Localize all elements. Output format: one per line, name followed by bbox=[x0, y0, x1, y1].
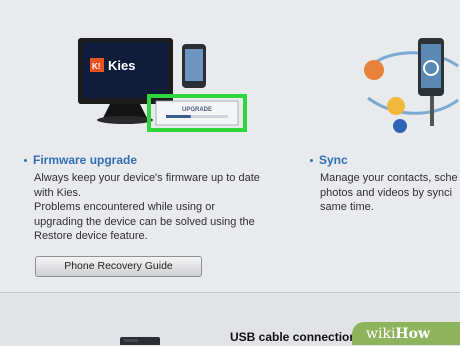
sync-cable bbox=[430, 96, 434, 126]
firmware-upgrade-illustration: K! Kies UPGRADE bbox=[78, 38, 247, 132]
watermark-wiki: wiki bbox=[366, 326, 396, 342]
sync-title-text: Sync bbox=[319, 153, 348, 167]
firmware-upgrade-title-text: Firmware upgrade bbox=[33, 153, 138, 167]
bullet-icon bbox=[24, 158, 27, 162]
contacts-icon bbox=[364, 60, 384, 80]
firmware-upgrade-description: Always keep your device's firmware up to… bbox=[34, 172, 260, 242]
watermark-how: How bbox=[395, 326, 431, 342]
phone-recovery-guide-button[interactable]: Phone Recovery Guide bbox=[35, 256, 202, 277]
photos-icon bbox=[387, 97, 405, 115]
upgrade-progress-fill bbox=[166, 115, 191, 118]
sync-title[interactable]: Sync bbox=[310, 153, 460, 167]
wikihow-watermark: wikiHow bbox=[352, 322, 460, 345]
usb-device-icon bbox=[120, 337, 160, 345]
sync-illustration bbox=[364, 38, 459, 133]
video-icon bbox=[393, 119, 407, 133]
firmware-upgrade-title[interactable]: Firmware upgrade bbox=[24, 153, 284, 167]
sync-feature: Sync Manage your contacts, sche photos a… bbox=[310, 153, 460, 215]
upgrade-label: UPGRADE bbox=[182, 107, 212, 113]
usb-cable-connection-title: USB cable connection bbox=[230, 330, 357, 344]
sync-description: Manage your contacts, sche photos and vi… bbox=[320, 172, 458, 213]
kies-logo-text: Kies bbox=[108, 58, 135, 73]
firmware-upgrade-feature: Firmware upgrade Always keep your device… bbox=[24, 153, 284, 244]
svg-text:K!: K! bbox=[92, 62, 100, 71]
bullet-icon bbox=[310, 158, 313, 162]
